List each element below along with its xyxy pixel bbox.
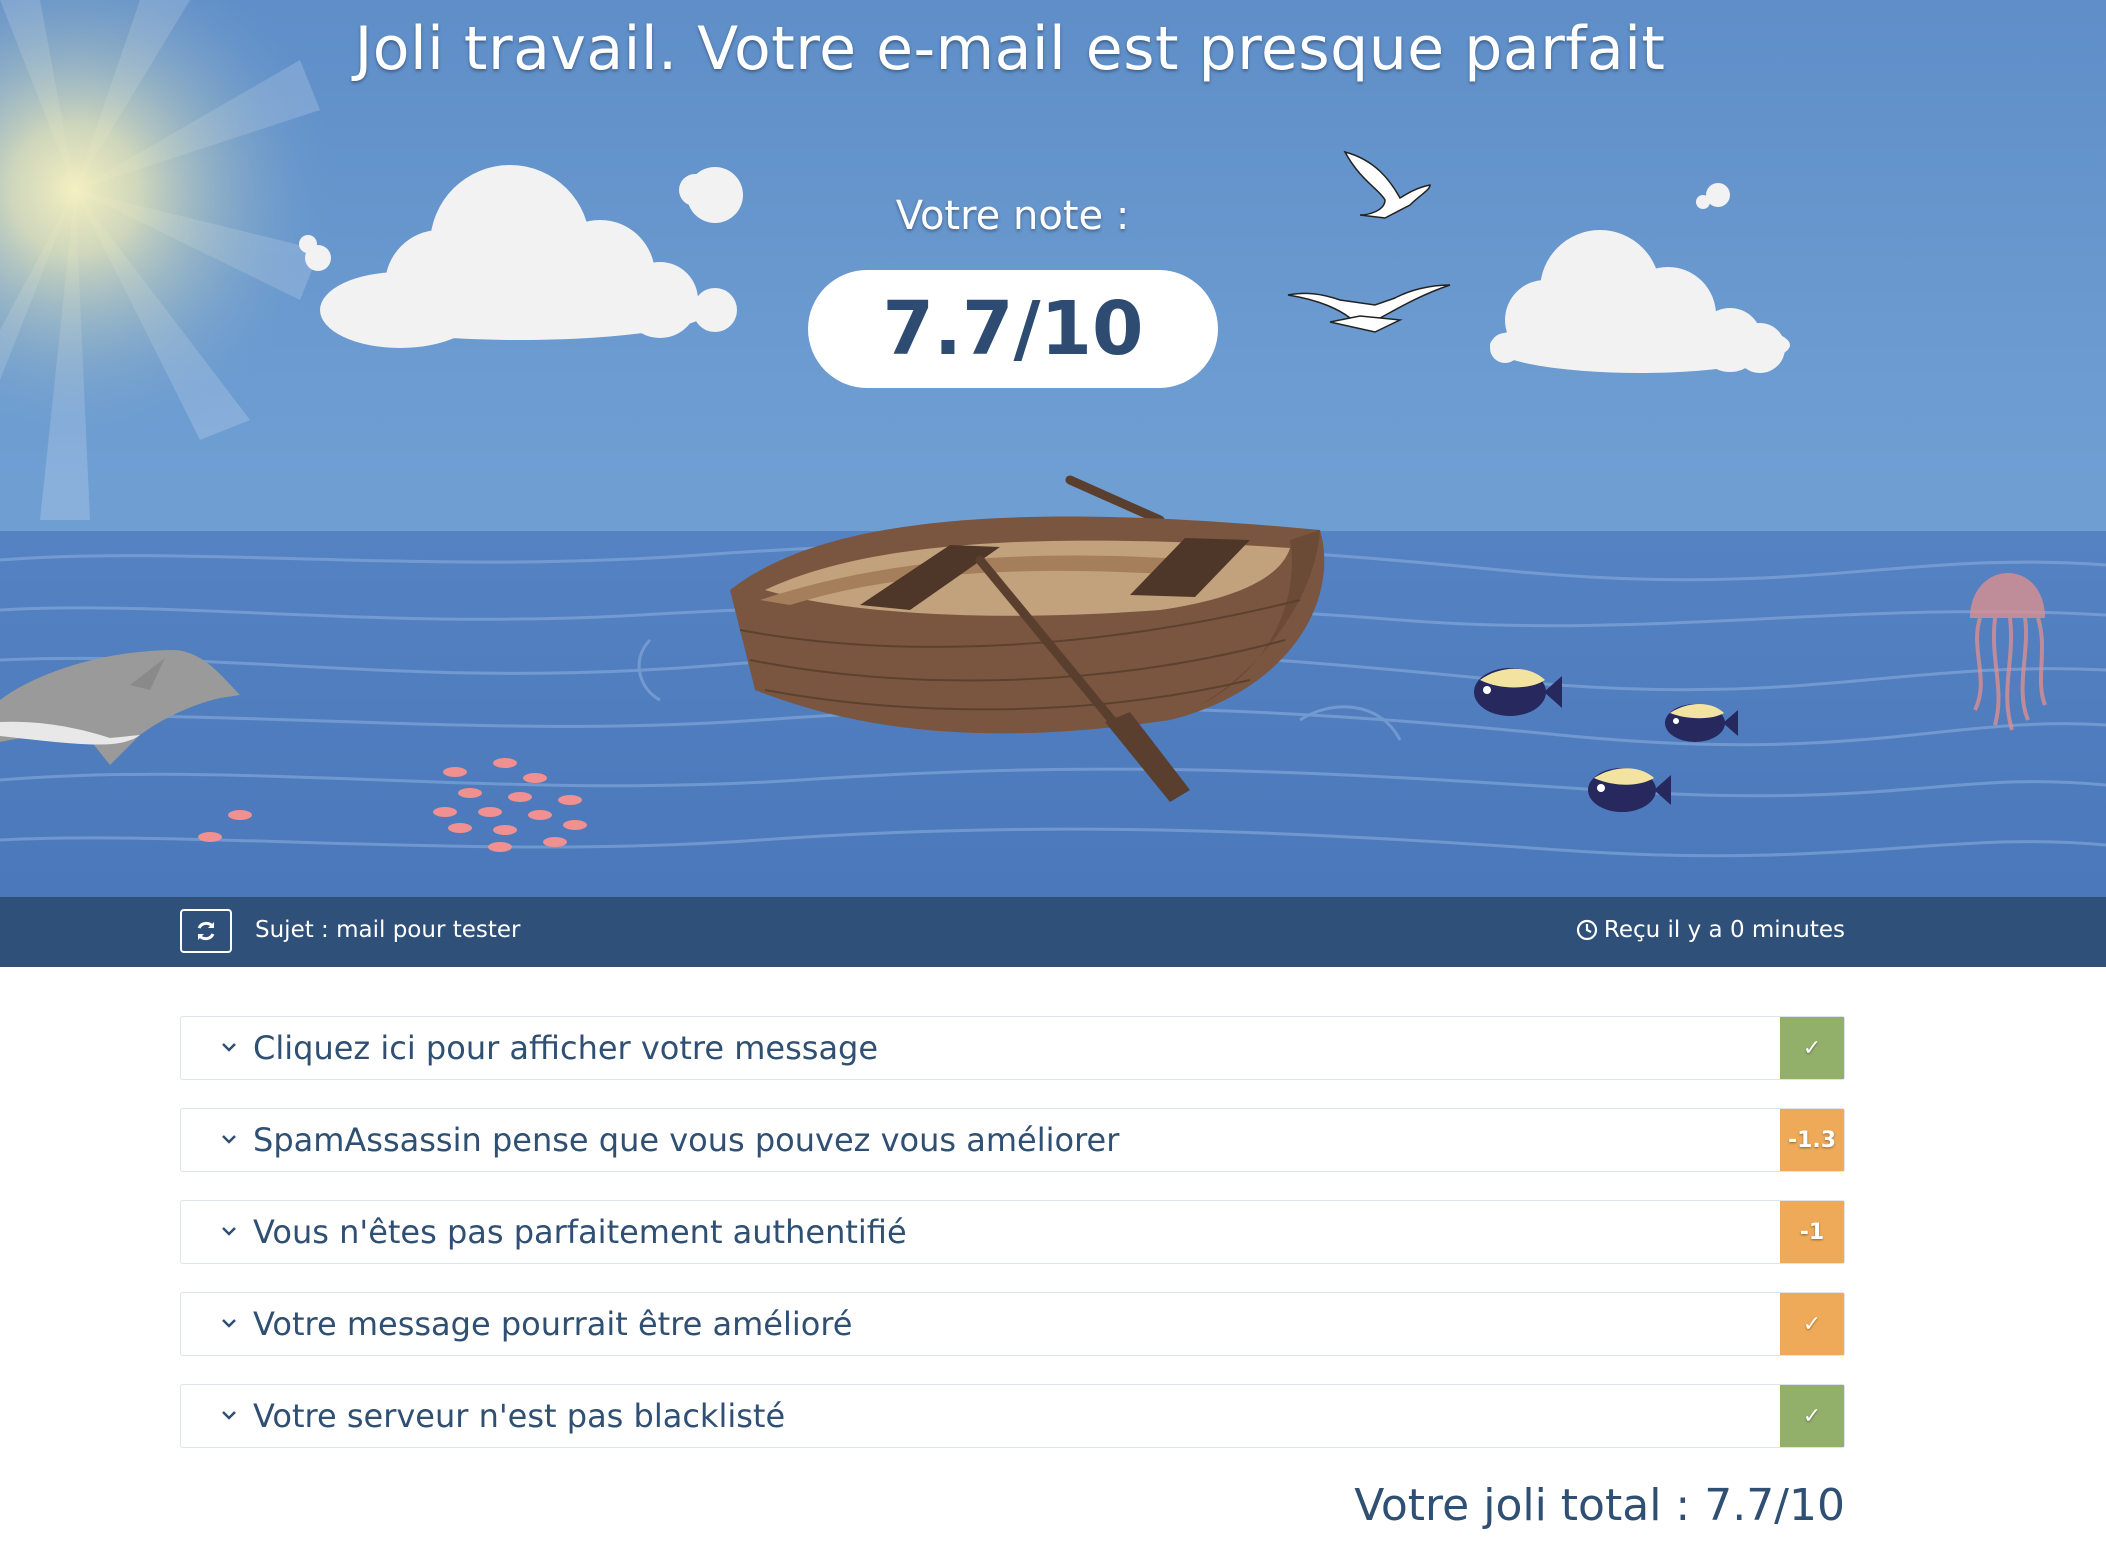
section-authentication[interactable]: Vous n'êtes pas parfaitement authentifié… xyxy=(180,1200,1845,1264)
info-bar: Sujet : mail pour tester Reçu il y a 0 m… xyxy=(0,897,2106,967)
section-show-message[interactable]: Cliquez ici pour afficher votre message … xyxy=(180,1016,1845,1080)
score-badge: -1.3 xyxy=(1780,1109,1844,1171)
section-label: Cliquez ici pour afficher votre message xyxy=(253,1029,879,1067)
total-score: Votre joli total : 7.7/10 xyxy=(1354,1480,1845,1531)
chevron-down-icon xyxy=(222,1227,236,1236)
section-label: Vous n'êtes pas parfaitement authentifié xyxy=(253,1213,907,1251)
section-blacklist[interactable]: Votre serveur n'est pas blacklisté ✓ xyxy=(180,1384,1845,1448)
hero-illustration: Joli travail. Votre e-mail est presque p… xyxy=(0,0,2106,897)
page-title: Joli travail. Votre e-mail est presque p… xyxy=(354,14,1666,84)
refresh-button[interactable] xyxy=(180,909,232,953)
section-spamassassin[interactable]: SpamAssassin pense que vous pouvez vous … xyxy=(180,1108,1845,1172)
check-icon: ✓ xyxy=(1780,1385,1844,1447)
seagull-icon xyxy=(1287,284,1451,333)
received-text: Reçu il y a 0 minutes xyxy=(1603,917,1845,943)
chevron-down-icon xyxy=(222,1135,236,1144)
score-value: 7.7/10 xyxy=(882,286,1144,372)
check-icon: ✓ xyxy=(1780,1017,1844,1079)
clock-icon xyxy=(1576,919,1597,941)
check-icon: ✓ xyxy=(1780,1293,1844,1355)
score-badge: -1 xyxy=(1780,1201,1844,1263)
chevron-down-icon xyxy=(222,1411,236,1420)
results-list: Cliquez ici pour afficher votre message … xyxy=(180,1016,1845,1476)
chevron-down-icon xyxy=(222,1043,236,1052)
section-label: Votre message pourrait être amélioré xyxy=(253,1305,853,1343)
subject-text: Sujet : mail pour tester xyxy=(255,917,521,943)
section-label: Votre serveur n'est pas blacklisté xyxy=(253,1397,786,1435)
cloud-left xyxy=(299,165,743,348)
ocean-scene xyxy=(0,0,2106,897)
seagull-icon xyxy=(1343,150,1431,219)
section-label: SpamAssassin pense que vous pouvez vous … xyxy=(253,1121,1120,1159)
score-label: Votre note : xyxy=(895,193,1130,239)
section-message-improvement[interactable]: Votre message pourrait être amélioré ✓ xyxy=(180,1292,1845,1356)
score-badge: 7.7/10 xyxy=(808,270,1218,388)
cloud-right xyxy=(1490,183,1790,373)
received-time: Reçu il y a 0 minutes xyxy=(1576,917,1845,943)
refresh-icon xyxy=(197,921,215,941)
chevron-down-icon xyxy=(222,1319,236,1328)
